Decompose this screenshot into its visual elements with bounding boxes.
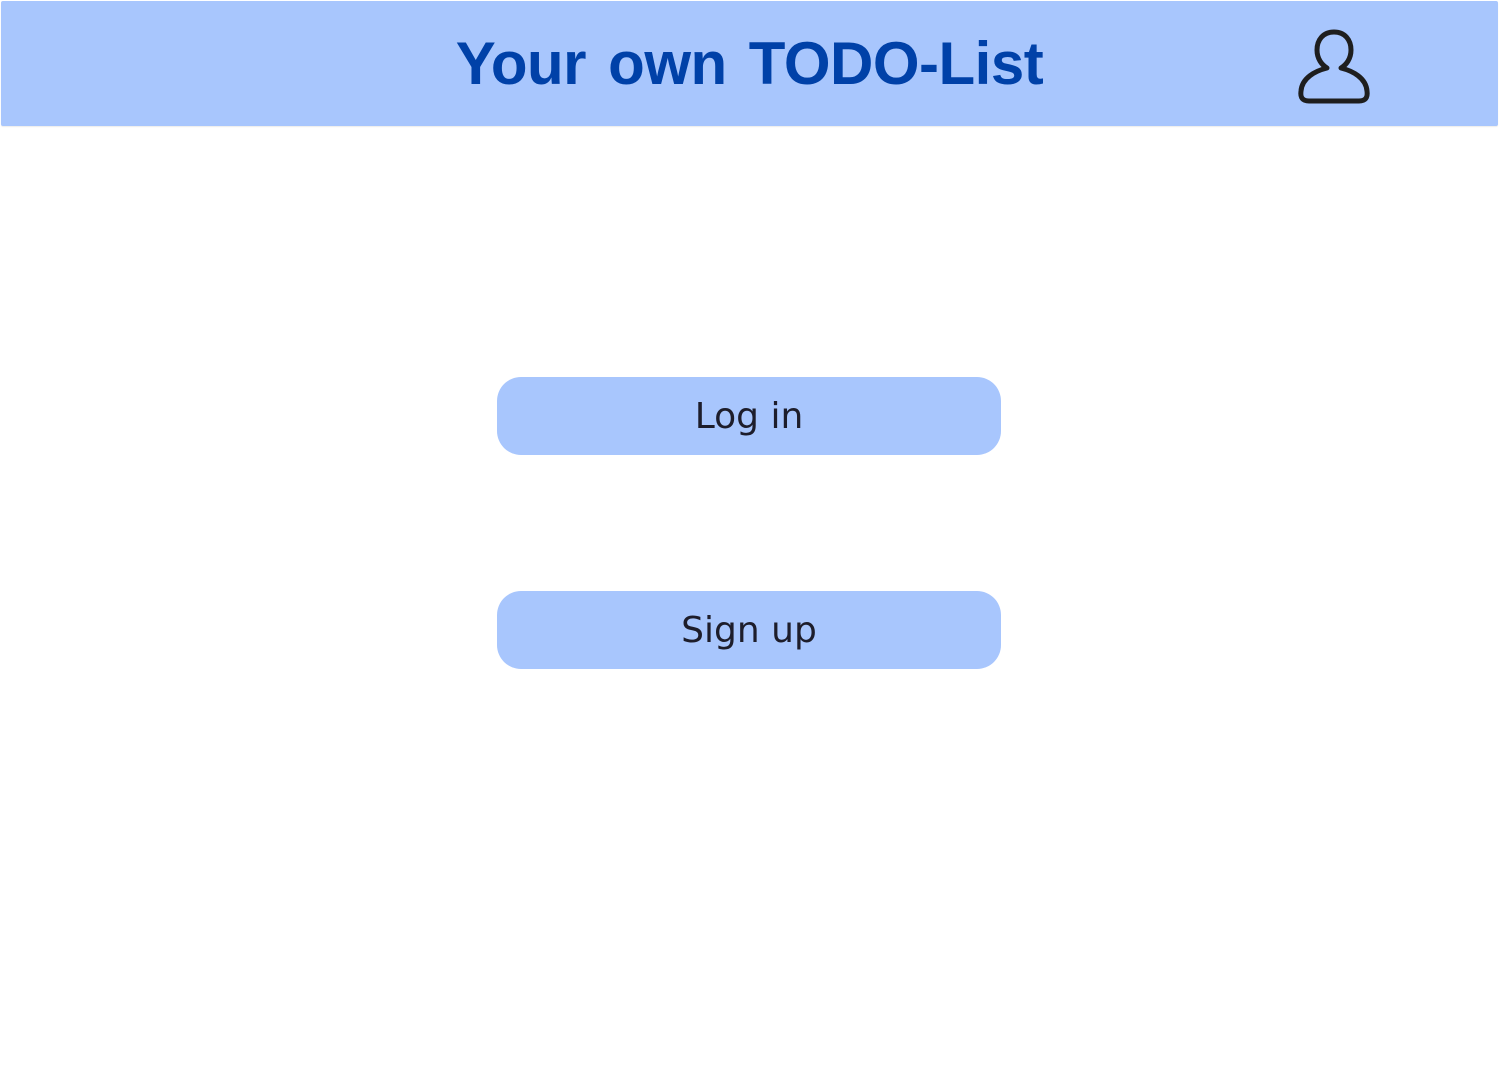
signup-button[interactable]: Sign up [497,591,1001,669]
login-button[interactable]: Log in [497,377,1001,455]
app-header: Your own TODO-List [1,1,1498,126]
user-icon[interactable] [1295,28,1373,106]
page-title: Your own TODO-List [455,30,1044,97]
